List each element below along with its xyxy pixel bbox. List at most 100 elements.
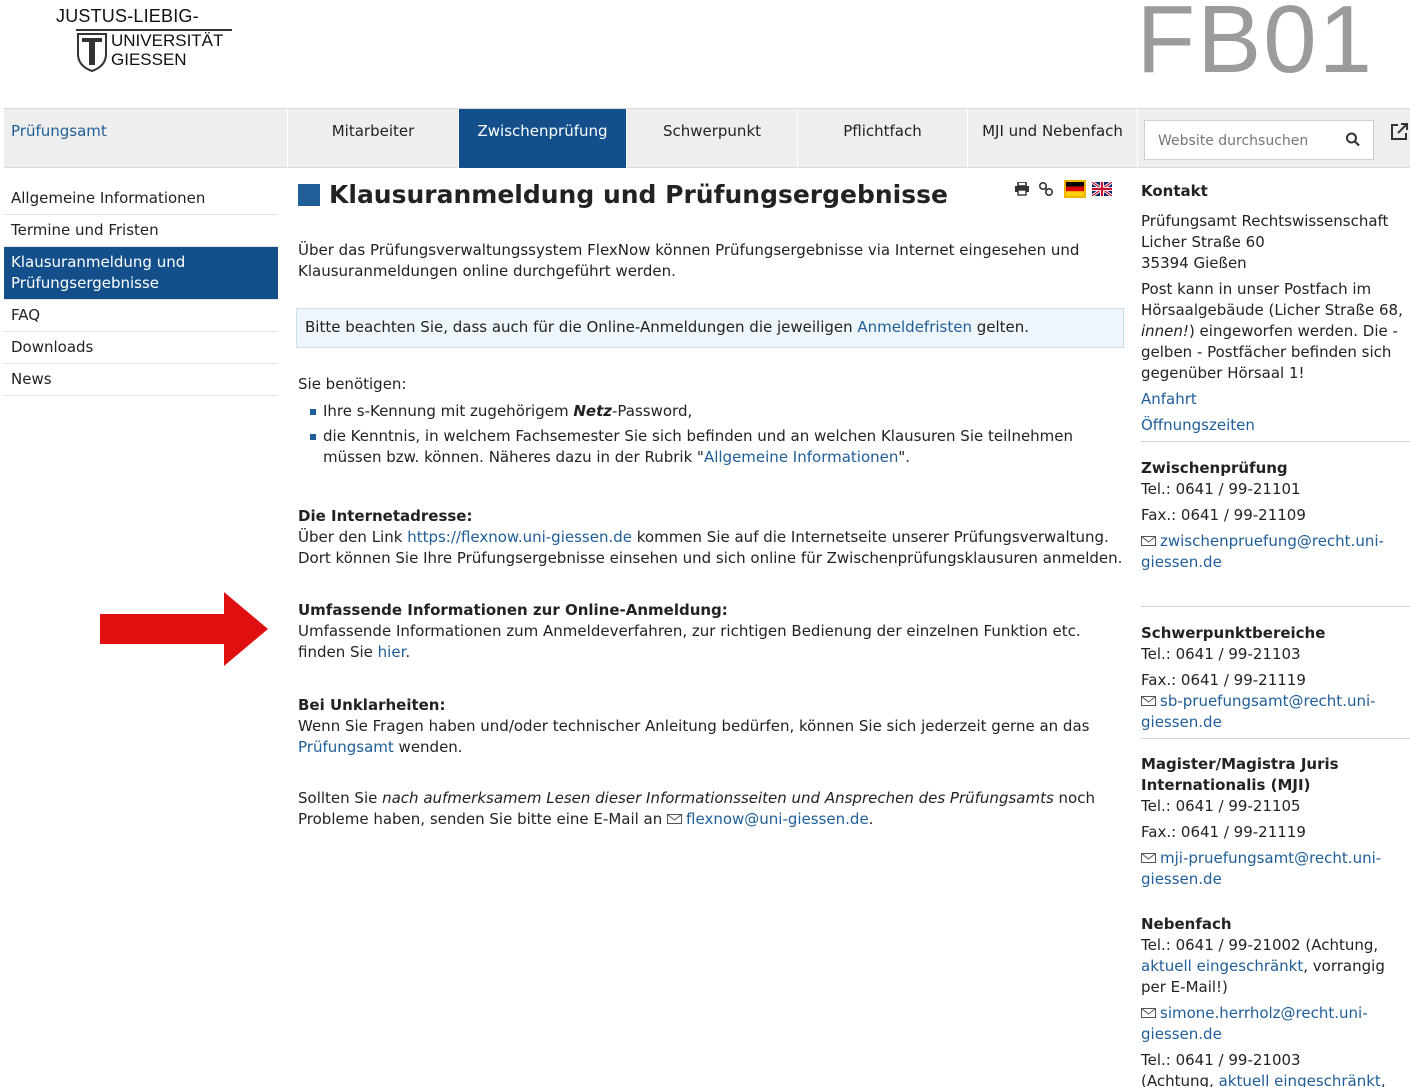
hier-link[interactable]: hier — [378, 643, 406, 661]
flag-uk-icon[interactable] — [1092, 182, 1112, 196]
flexnow-url-link[interactable]: https://flexnow.uni-giessen.de — [407, 528, 632, 546]
search-field[interactable]: Website durchsuchen — [1144, 120, 1374, 160]
aktuell-eingeschraenkt-link[interactable]: aktuell eingeschränkt — [1219, 1072, 1381, 1087]
mail-icon — [1141, 1008, 1156, 1018]
divider — [1141, 606, 1410, 607]
anfahrt-link[interactable]: Anfahrt — [1141, 390, 1197, 408]
bullet1-emphasis: Netz — [573, 402, 612, 420]
requirements-heading: Sie benötigen: — [298, 375, 407, 393]
post-text-before: Post kann in unser Postfach im Hörsaalge… — [1141, 280, 1403, 319]
mji-heading: Magister/Magistra Juris Internationalis … — [1141, 755, 1339, 794]
list-item: die Kenntnis, in welchem Fachsemester Si… — [298, 426, 1124, 468]
link-icon[interactable] — [1038, 181, 1054, 197]
nebenfach-heading: Nebenfach — [1141, 915, 1232, 933]
page-title-row: Klausuranmeldung und Prüfungsergebnisse — [298, 178, 1124, 214]
phone-text: Tel.: 0641 / 99-21002 (Achtung, — [1141, 936, 1379, 954]
schwerpunkt-email-link[interactable]: sb-pruefungsamt@recht.uni-giessen.de — [1141, 692, 1376, 731]
closing-text-before: Sollten Sie — [298, 789, 383, 807]
address-line: 35394 Gießen — [1141, 254, 1247, 272]
requirements-list: Ihre s-Kennung mit zugehörigem Netz-Pass… — [298, 401, 1124, 472]
nav-item-pruefungsamt[interactable]: Prüfungsamt — [4, 109, 288, 168]
internet-section: Die Internetadresse: Über den Link https… — [298, 506, 1124, 569]
sidebar-item-termine-fristen[interactable]: Termine und Fristen — [4, 215, 278, 247]
mji-email-link[interactable]: mji-pruefungsamt@recht.uni-giessen.de — [1141, 849, 1381, 888]
contact-block: Kontakt Prüfungsamt Rechtswissenschaft L… — [1141, 181, 1410, 436]
mji-contact: Magister/Magistra Juris Internationalis … — [1141, 754, 1410, 890]
divider — [1141, 738, 1410, 739]
pruefungsamt-link[interactable]: Prüfungsamt — [298, 738, 394, 756]
closing-text-after: . — [868, 810, 874, 828]
online-text-before: Umfassende Informationen zum Anmeldeverf… — [298, 622, 1081, 661]
phone-number: Tel.: 0641 / 99-21003 — [1141, 1051, 1301, 1069]
unclear-text-before: Wenn Sie Fragen haben und/oder technisch… — [298, 717, 1090, 735]
faculty-mark: FB01 — [1136, 0, 1374, 93]
external-link-icon[interactable] — [1388, 121, 1410, 143]
search-placeholder: Website durchsuchen — [1158, 133, 1309, 149]
notice-text-before: Bitte beachten Sie, dass auch für die On… — [305, 318, 858, 336]
allgemeine-informationen-link[interactable]: Allgemeine Informationen — [704, 448, 898, 466]
unclear-text-after: wenden. — [393, 738, 463, 756]
flexnow-email-link[interactable]: flexnow@uni-giessen.de — [686, 810, 869, 828]
mail-icon — [1141, 536, 1156, 546]
bullet2-text: die Kenntnis, in welchem Fachsemester Si… — [323, 427, 1074, 466]
contact-address: Prüfungsamt Rechtswissenschaft Licher St… — [1141, 211, 1410, 274]
nav-item-pflichtfach[interactable]: Pflichtfach — [798, 109, 968, 168]
bullet1-text-after: -Password, — [611, 402, 693, 420]
red-arrow-icon — [100, 592, 268, 666]
aktuell-eingeschraenkt-link[interactable]: aktuell eingeschränkt — [1141, 957, 1303, 975]
sidebar-item-allgemeine-informationen[interactable]: Allgemeine Informationen — [4, 183, 278, 215]
search-icon[interactable] — [1345, 131, 1361, 149]
fax-number: Fax.: 0641 / 99-21109 — [1141, 506, 1306, 524]
nebenfach-contact: Nebenfach Tel.: 0641 / 99-21002 (Achtung… — [1141, 914, 1410, 1087]
bullet2-text-after: ". — [898, 448, 911, 466]
zwischenpruefung-heading: Zwischenprüfung — [1141, 459, 1288, 477]
unclear-heading: Bei Unklarheiten: — [298, 696, 446, 714]
logo-line-3: GIESSEN — [111, 50, 187, 69]
nav-item-mji-nebenfach[interactable]: MJI und Nebenfach — [968, 109, 1138, 168]
phone-number: Tel.: 0641 / 99-21101 — [1141, 480, 1301, 498]
nebenfach-email-link[interactable]: simone.herrholz@recht.uni-giessen.de — [1141, 1004, 1368, 1043]
flag-de-icon[interactable] — [1064, 180, 1086, 198]
oeffnungszeiten-link[interactable]: Öffnungszeiten — [1141, 416, 1255, 434]
schwerpunkt-heading: Schwerpunktbereiche — [1141, 624, 1326, 642]
sidebar-item-downloads[interactable]: Downloads — [4, 332, 278, 364]
online-text-after: . — [405, 643, 411, 661]
post-emphasis: innen! — [1141, 322, 1189, 340]
mail-icon — [667, 814, 683, 824]
zwischenpruefung-email-link[interactable]: zwischenpruefung@recht.uni-giessen.de — [1141, 532, 1384, 571]
print-icon[interactable] — [1014, 182, 1030, 196]
nav-item-schwerpunkt[interactable]: Schwerpunkt — [627, 109, 798, 168]
page-title: Klausuranmeldung und Prüfungsergebnisse — [329, 180, 948, 209]
anmeldefristen-link[interactable]: Anmeldefristen — [857, 318, 972, 336]
sidebar-item-klausuranmeldung[interactable]: Klausuranmeldung und Prüfungsergebnisse — [4, 247, 278, 300]
info-notice: Bitte beachten Sie, dass auch für die On… — [296, 308, 1124, 348]
logo-line-2: UNIVERSITÄT — [111, 31, 224, 50]
phone-note-text-after: , — [1380, 1072, 1386, 1087]
university-logo[interactable]: JUSTUS-LIEBIG- UNIVERSITÄT GIESSEN — [56, 6, 236, 72]
phone-note-text: (Achtung, — [1141, 1072, 1219, 1087]
divider — [1141, 441, 1410, 442]
sidebar-item-faq[interactable]: FAQ — [4, 300, 278, 332]
contact-heading: Kontakt — [1141, 182, 1208, 200]
post-info: Post kann in unser Postfach im Hörsaalge… — [1141, 279, 1410, 384]
internet-text-before: Über den Link — [298, 528, 408, 546]
closing-text: Sollten Sie nach aufmerksamem Lesen dies… — [298, 788, 1124, 830]
university-seal-icon — [77, 33, 107, 72]
internet-heading: Die Internetadresse: — [298, 507, 473, 525]
nav-item-zwischenpruefung[interactable]: Zwischenprüfung — [459, 109, 627, 168]
mail-icon — [1141, 853, 1156, 863]
list-item: Ihre s-Kennung mit zugehörigem Netz-Pass… — [298, 401, 1124, 422]
phone-number: Tel.: 0641 / 99-21105 — [1141, 797, 1301, 815]
schwerpunkt-contact: Schwerpunktbereiche Tel.: 0641 / 99-2110… — [1141, 623, 1410, 733]
sidebar-item-news[interactable]: News — [4, 364, 278, 396]
intro-text: Über das Prüfungsverwaltungssystem FlexN… — [298, 241, 1080, 280]
fax-number: Fax.: 0641 / 99-21119 — [1141, 671, 1306, 689]
address-line: Licher Straße 60 — [1141, 233, 1265, 251]
mail-icon — [1141, 696, 1156, 706]
unclear-section: Bei Unklarheiten: Wenn Sie Fragen haben … — [298, 695, 1124, 758]
fax-number: Fax.: 0641 / 99-21119 — [1141, 823, 1306, 841]
closing-emphasis: nach aufmerksamem Lesen dieser Informati… — [382, 789, 1054, 807]
online-heading: Umfassende Informationen zur Online-Anme… — [298, 601, 728, 619]
online-section: Umfassende Informationen zur Online-Anme… — [298, 600, 1124, 663]
nav-item-mitarbeiter[interactable]: Mitarbeiter — [288, 109, 459, 168]
